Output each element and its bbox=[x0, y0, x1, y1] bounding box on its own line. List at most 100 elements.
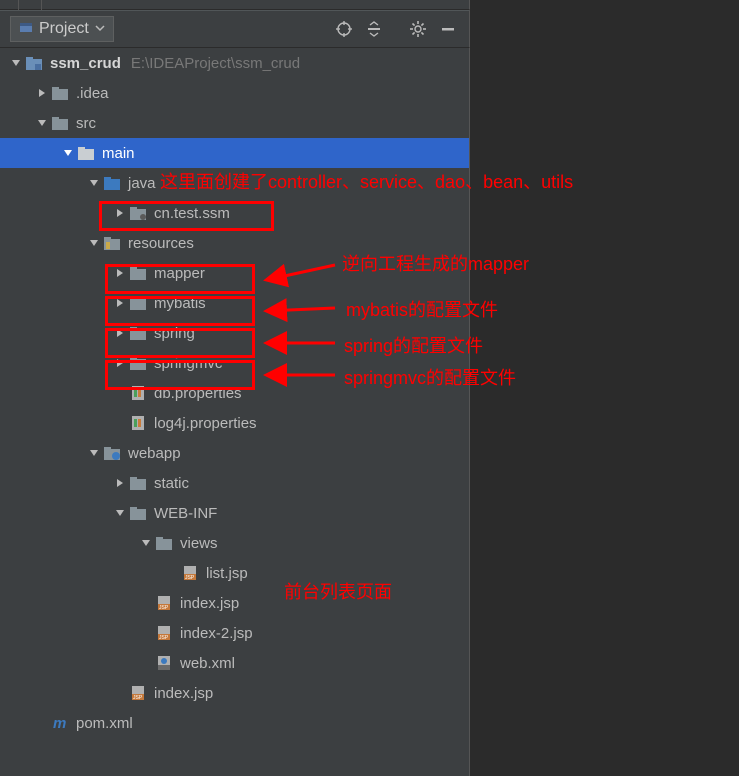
tree-row-webapp[interactable]: webapp bbox=[0, 438, 469, 468]
tree-label: WEB-INF bbox=[154, 505, 217, 522]
tree-label: webapp bbox=[128, 445, 181, 462]
jsp-file-icon: JSP bbox=[180, 563, 200, 583]
svg-text:JSP: JSP bbox=[185, 575, 195, 581]
tree-row-spring[interactable]: spring bbox=[0, 318, 469, 348]
tree-label: ssm_crud bbox=[50, 55, 121, 72]
folder-icon bbox=[50, 113, 70, 133]
tree-row-package[interactable]: cn.test.ssm bbox=[0, 198, 469, 228]
tiny-tab bbox=[18, 0, 42, 10]
tree-row-pom[interactable]: m pom.xml bbox=[0, 708, 469, 738]
editor-empty-area bbox=[471, 0, 739, 776]
tree-label: mybatis bbox=[154, 295, 206, 312]
webxml-file-icon bbox=[154, 653, 174, 673]
tree-row-java[interactable]: java bbox=[0, 168, 469, 198]
tree-label: mapper bbox=[154, 265, 205, 282]
folder-icon bbox=[128, 323, 148, 343]
tree-label: resources bbox=[128, 235, 194, 252]
tree-label: log4j.properties bbox=[154, 415, 257, 432]
tree-label: index.jsp bbox=[180, 595, 239, 612]
collapse-all-icon[interactable] bbox=[361, 16, 387, 42]
folder-icon bbox=[128, 293, 148, 313]
expand-arrow-icon[interactable] bbox=[112, 265, 128, 281]
tree-label: src bbox=[76, 115, 96, 132]
project-toolbar: Project bbox=[0, 10, 470, 48]
target-icon[interactable] bbox=[331, 16, 357, 42]
window-titlebar-strip bbox=[0, 0, 470, 10]
chevron-down-icon bbox=[95, 20, 105, 38]
tree-row-webinf[interactable]: WEB-INF bbox=[0, 498, 469, 528]
tree-row-resources[interactable]: resources bbox=[0, 228, 469, 258]
svg-text:JSP: JSP bbox=[159, 635, 169, 641]
tree-row-mybatis[interactable]: mybatis bbox=[0, 288, 469, 318]
jsp-file-icon: JSP bbox=[154, 593, 174, 613]
svg-text:JSP: JSP bbox=[133, 695, 143, 701]
package-icon bbox=[128, 203, 148, 223]
expand-arrow-icon[interactable] bbox=[112, 295, 128, 311]
web-folder-icon bbox=[102, 443, 122, 463]
tree-row-listjsp[interactable]: JSP list.jsp bbox=[0, 558, 469, 588]
expand-arrow-icon[interactable] bbox=[112, 475, 128, 491]
tree-label: .idea bbox=[76, 85, 109, 102]
jsp-file-icon: JSP bbox=[128, 683, 148, 703]
tree-row-springmvc[interactable]: springmvc bbox=[0, 348, 469, 378]
expand-arrow-icon[interactable] bbox=[34, 115, 50, 131]
folder-icon bbox=[128, 353, 148, 373]
expand-arrow-icon[interactable] bbox=[34, 85, 50, 101]
tree-label: static bbox=[154, 475, 189, 492]
svg-text:m: m bbox=[53, 715, 66, 731]
expand-arrow-icon[interactable] bbox=[60, 145, 76, 161]
tree-label: index-2.jsp bbox=[180, 625, 253, 642]
tree-row-static[interactable]: static bbox=[0, 468, 469, 498]
expand-arrow-icon[interactable] bbox=[112, 205, 128, 221]
properties-file-icon bbox=[128, 413, 148, 433]
tree-row-webxml[interactable]: web.xml bbox=[0, 648, 469, 678]
tree-row-indexjsp-outer[interactable]: JSP index.jsp bbox=[0, 678, 469, 708]
properties-file-icon bbox=[128, 383, 148, 403]
tree-path: E:\IDEAProject\ssm_crud bbox=[131, 55, 300, 72]
folder-icon bbox=[128, 473, 148, 493]
project-mini-icon bbox=[19, 20, 33, 39]
tree-row-main[interactable]: main bbox=[0, 138, 469, 168]
tree-row-idea[interactable]: .idea bbox=[0, 78, 469, 108]
gear-icon[interactable] bbox=[405, 16, 431, 42]
folder-icon bbox=[128, 263, 148, 283]
tree-label: web.xml bbox=[180, 655, 235, 672]
tree-row-dbprops[interactable]: db.properties bbox=[0, 378, 469, 408]
tree-row-indexjsp-inner[interactable]: JSP index.jsp bbox=[0, 588, 469, 618]
folder-icon bbox=[50, 83, 70, 103]
tree-label: views bbox=[180, 535, 218, 552]
tree-label: spring bbox=[154, 325, 195, 342]
folder-icon bbox=[76, 143, 96, 163]
tree-row-root[interactable]: ssm_crud E:\IDEAProject\ssm_crud bbox=[0, 48, 469, 78]
folder-icon bbox=[128, 503, 148, 523]
tree-row-index2jsp[interactable]: JSP index-2.jsp bbox=[0, 618, 469, 648]
tree-row-log4jprops[interactable]: log4j.properties bbox=[0, 408, 469, 438]
tree-label: list.jsp bbox=[206, 565, 248, 582]
expand-arrow-icon[interactable] bbox=[112, 355, 128, 371]
module-icon bbox=[24, 53, 44, 73]
tree-row-src[interactable]: src bbox=[0, 108, 469, 138]
tree-label: pom.xml bbox=[76, 715, 133, 732]
expand-arrow-icon[interactable] bbox=[138, 535, 154, 551]
tree-label: java bbox=[128, 175, 156, 192]
expand-arrow-icon[interactable] bbox=[8, 55, 24, 71]
project-label: Project bbox=[39, 20, 89, 38]
expand-arrow-icon[interactable] bbox=[112, 505, 128, 521]
svg-text:JSP: JSP bbox=[159, 605, 169, 611]
expand-arrow-icon[interactable] bbox=[112, 325, 128, 341]
project-view-selector[interactable]: Project bbox=[10, 16, 114, 42]
tree-row-views[interactable]: views bbox=[0, 528, 469, 558]
source-folder-icon bbox=[102, 173, 122, 193]
toolbar-actions bbox=[331, 16, 469, 42]
maven-file-icon: m bbox=[50, 713, 70, 733]
project-tree: ssm_crud E:\IDEAProject\ssm_crud .idea s… bbox=[0, 48, 470, 776]
expand-arrow-icon[interactable] bbox=[86, 175, 102, 191]
jsp-file-icon: JSP bbox=[154, 623, 174, 643]
tree-label: db.properties bbox=[154, 385, 242, 402]
expand-arrow-icon[interactable] bbox=[86, 235, 102, 251]
tree-label: main bbox=[102, 145, 135, 162]
expand-arrow-icon[interactable] bbox=[86, 445, 102, 461]
tree-row-mapper[interactable]: mapper bbox=[0, 258, 469, 288]
hide-icon[interactable] bbox=[435, 16, 461, 42]
folder-icon bbox=[154, 533, 174, 553]
